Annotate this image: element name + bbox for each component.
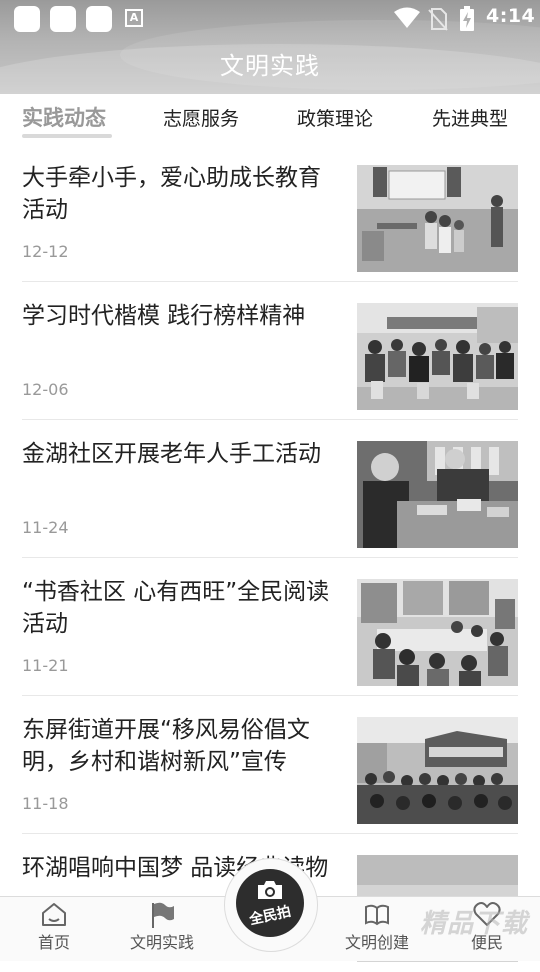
article-date: 12-06 xyxy=(22,380,69,399)
category-tabs: 实践动态 志愿服务 政策理论 先进典型 xyxy=(0,94,540,144)
article-thumbnail xyxy=(357,717,518,824)
tab-policy-theory[interactable]: 政策理论 xyxy=(297,104,373,131)
article-thumbnail xyxy=(357,579,518,686)
status-bar: A 4:14 xyxy=(0,0,540,36)
tab-role-models[interactable]: 先进典型 xyxy=(432,104,508,131)
nav-label: 文明实践 xyxy=(129,933,194,952)
nav-civilization-practice[interactable]: 文明实践 xyxy=(112,897,212,961)
article-date: 11-21 xyxy=(22,656,69,675)
article-item[interactable]: 大手牵小手，爱心助成长教育活动 12-12 xyxy=(22,144,518,282)
camera-icon xyxy=(258,881,282,899)
citizen-photo-button[interactable]: 全民拍 xyxy=(236,869,304,937)
book-icon xyxy=(365,904,389,926)
active-tab-indicator xyxy=(22,134,112,138)
nav-home[interactable]: 首页 xyxy=(4,897,104,961)
no-sim-icon xyxy=(428,8,448,31)
status-time: 4:14 xyxy=(486,5,536,27)
article-title: 学习时代楷模 践行榜样精神 xyxy=(22,303,306,329)
wifi-icon xyxy=(394,7,420,28)
flag-icon xyxy=(152,902,174,928)
nav-label: 文明创建 xyxy=(344,933,409,952)
article-date: 11-18 xyxy=(22,794,69,813)
page-title: 文明实践 xyxy=(220,52,320,80)
battery-charging-icon xyxy=(460,6,474,31)
article-item[interactable]: “书香社区 心有西旺”全民阅读活动 11-21 xyxy=(22,558,518,696)
home-icon xyxy=(42,903,66,926)
article-title: 金湖社区开展老年人手工活动 xyxy=(22,441,321,467)
app-notification-icon xyxy=(86,6,112,32)
tab-practice-news[interactable]: 实践动态 xyxy=(22,102,106,132)
app-notification-icon xyxy=(50,6,76,32)
nav-label: 首页 xyxy=(37,933,70,952)
article-title: 大手牵小手，爱心助成长教育活动 xyxy=(22,165,321,223)
app-header: A 4:14 文明实践 xyxy=(0,0,540,94)
article-item[interactable]: 学习时代楷模 践行榜样精神 12-06 xyxy=(22,282,518,420)
article-title: 东屏街道开展“移风易俗倡文明，乡村和谐树新风”宣传 xyxy=(22,717,310,775)
article-title: “书香社区 心有西旺”全民阅读活动 xyxy=(22,579,330,637)
nav-civilization-building[interactable]: 文明创建 xyxy=(327,897,427,961)
app-notification-icon xyxy=(14,6,40,32)
watermark: 精品下载 xyxy=(420,909,529,939)
article-thumbnail xyxy=(357,165,518,272)
article-date: 11-24 xyxy=(22,518,69,537)
article-item[interactable]: 东屏街道开展“移风易俗倡文明，乡村和谐树新风”宣传 11-18 xyxy=(22,696,518,834)
article-date: 12-12 xyxy=(22,242,69,261)
article-item[interactable]: 金湖社区开展老年人手工活动 11-24 xyxy=(22,420,518,558)
tab-volunteer-service[interactable]: 志愿服务 xyxy=(163,104,239,131)
article-thumbnail xyxy=(357,303,518,410)
text-notification-icon: A xyxy=(125,9,143,27)
article-thumbnail xyxy=(357,441,518,548)
